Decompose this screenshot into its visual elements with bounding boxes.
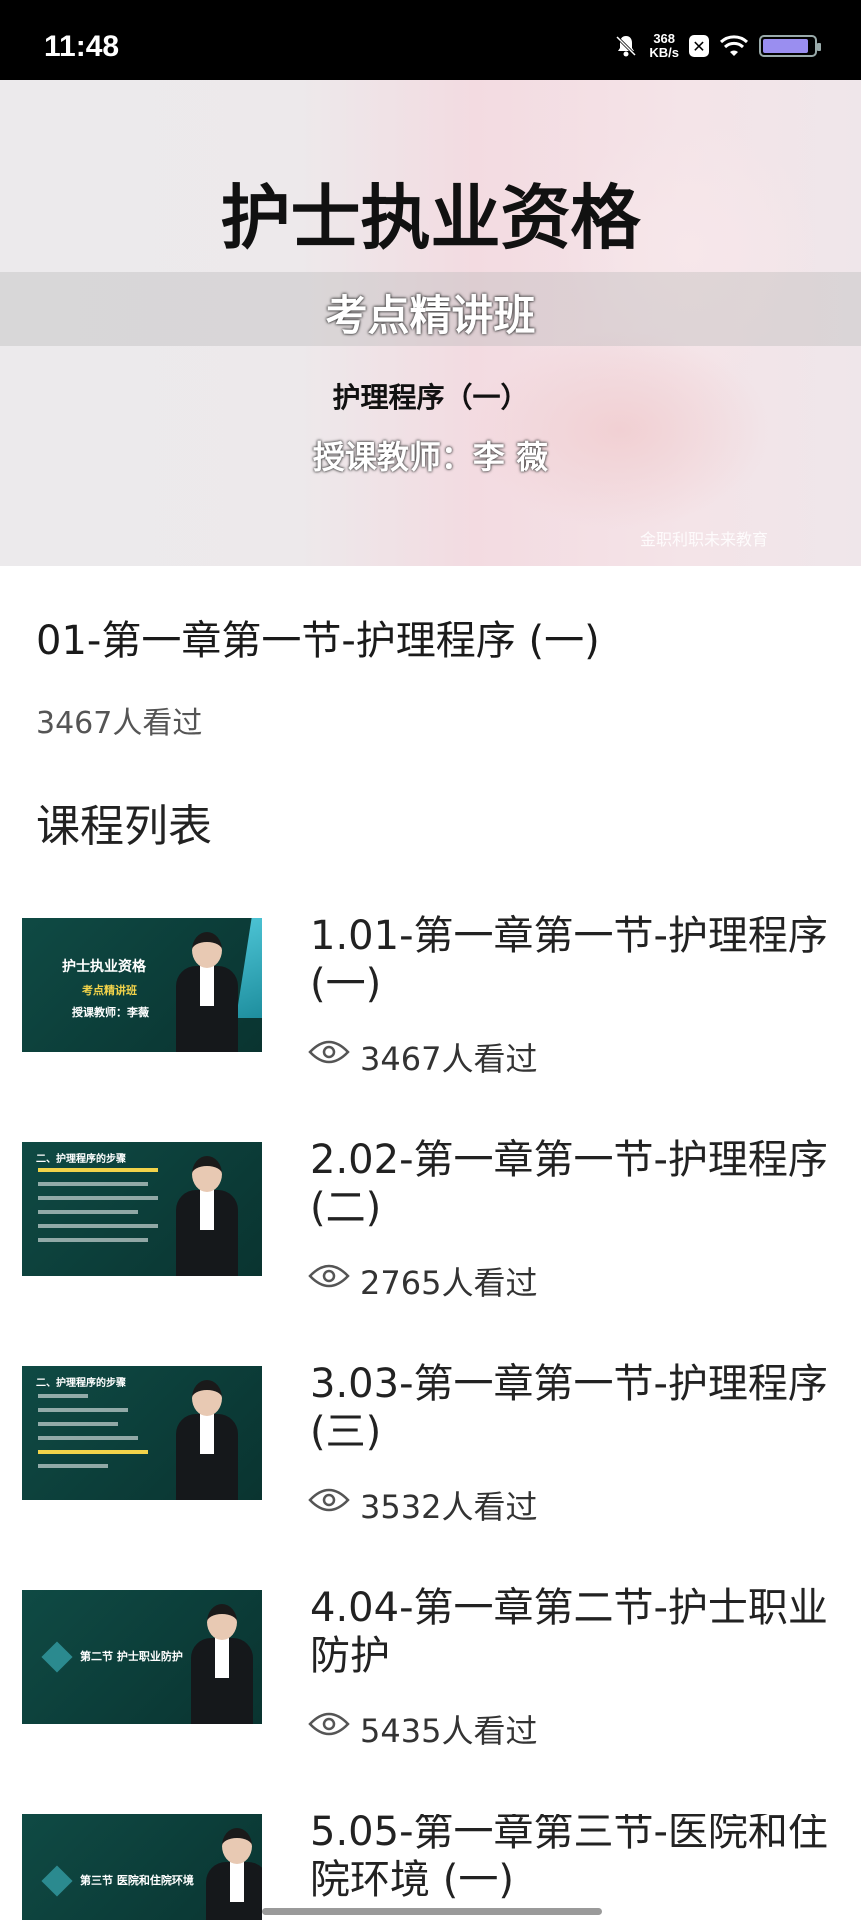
network-speed-unit: KB/s <box>649 45 679 60</box>
banner-watermark: 金职利职未来教育 <box>640 530 769 549</box>
course-list-item[interactable]: 第三节 医院和住院环境 5.05-第一章第三节-医院和住院环境 (一) <box>0 1814 861 1920</box>
app-notification-icon: ✕ <box>689 35 709 57</box>
thumbnail-title: 第二节 护士职业防护 <box>80 1650 183 1663</box>
banner-title: 护士执业资格 <box>220 177 641 259</box>
course-view-count: 5435人看过 <box>360 1712 538 1750</box>
course-title: 1.01-第一章第一节-护理程序 (一) <box>310 913 828 1007</box>
banner-subtitle: 考点精讲班 <box>325 291 536 340</box>
banner-chapter: 护理程序（一） <box>332 381 529 414</box>
thumbnail-text-line <box>38 1450 148 1454</box>
video-view-count: 3467人看过 <box>36 706 203 741</box>
thumbnail-subtitle: 考点精讲班 <box>82 984 137 997</box>
course-list-item[interactable]: 护士执业资格 考点精讲班 授课教师：李薇 1.01-第一章第一节-护理程序 (一… <box>0 913 861 1142</box>
wifi-icon <box>719 35 749 56</box>
status-bar: 11:48 368 KB/s ✕ <box>0 0 861 80</box>
course-view-count: 2765人看过 <box>360 1264 538 1302</box>
thumbnail-title: 护士执业资格 <box>62 959 146 975</box>
thumbnail-teacher-figure <box>202 1828 262 1920</box>
thumbnail-text-line <box>38 1436 138 1440</box>
thumbnail-teacher: 授课教师：李薇 <box>72 1006 149 1019</box>
thumbnail-title: 二、护理程序的步骤 <box>36 1154 126 1165</box>
course-thumbnail: 二、护理程序的步骤 <box>22 1366 262 1500</box>
clock: 11:48 <box>44 30 120 63</box>
course-list-item[interactable]: 二、护理程序的步骤 2.02-第一章第一节-护理程序 (二) 2765人看过 <box>0 1137 861 1366</box>
battery-fill <box>763 39 808 53</box>
thumbnail-text-line <box>38 1394 88 1398</box>
thumbnail-teacher-figure <box>172 1380 242 1500</box>
thumbnail-text-line <box>38 1196 158 1200</box>
thumbnail-text-line <box>38 1210 138 1214</box>
network-speed-value: 368 <box>653 31 676 46</box>
mute-bell-icon <box>616 35 637 57</box>
thumbnail-text-line <box>38 1168 158 1172</box>
course-title: 4.04-第一章第二节-护士职业防护 <box>310 1585 828 1679</box>
eye-icon <box>308 1040 350 1064</box>
status-icons: 368 KB/s ✕ <box>613 28 821 64</box>
course-title: 3.03-第一章第一节-护理程序 (三) <box>310 1361 828 1455</box>
thumbnail-teacher-figure <box>187 1604 257 1724</box>
thumbnail-text-line <box>38 1464 108 1468</box>
course-thumbnail: 护士执业资格 考点精讲班 授课教师：李薇 <box>22 918 262 1052</box>
thumbnail-teacher-figure <box>172 932 242 1052</box>
thumbnail-title: 第三节 医院和住院环境 <box>80 1874 194 1887</box>
video-title: 01-第一章第一节-护理程序 (一) <box>36 618 600 664</box>
course-thumbnail: 第三节 医院和住院环境 <box>22 1814 262 1920</box>
banner-teacher: 授课教师：李 薇 <box>312 438 549 476</box>
course-title: 5.05-第一章第三节-医院和住院环境 (一) <box>310 1814 828 1903</box>
battery-icon <box>759 35 821 57</box>
thumbnail-badge <box>41 1865 73 1897</box>
thumbnail-badge <box>41 1641 73 1673</box>
banner-decoration <box>470 330 770 530</box>
eye-icon <box>308 1488 350 1512</box>
course-list-item[interactable]: 第二节 护士职业防护 4.04-第一章第二节-护士职业防护 5435人看过 <box>0 1585 861 1814</box>
course-list-heading: 课程列表 <box>36 801 212 852</box>
thumbnail-text-line <box>38 1422 118 1426</box>
course-list-item[interactable]: 二、护理程序的步骤 3.03-第一章第一节-护理程序 (三) 3532人看过 <box>0 1361 861 1590</box>
thumbnail-teacher-figure <box>172 1156 242 1276</box>
thumbnail-title: 二、护理程序的步骤 <box>36 1378 126 1389</box>
eye-icon <box>308 1264 350 1288</box>
course-view-count: 3532人看过 <box>360 1488 538 1526</box>
thumbnail-text-line <box>38 1182 148 1186</box>
home-indicator[interactable] <box>262 1908 602 1915</box>
thumbnail-text-line <box>38 1408 128 1412</box>
eye-icon <box>308 1712 350 1736</box>
thumbnail-text-line <box>38 1224 158 1228</box>
course-thumbnail: 第二节 护士职业防护 <box>22 1590 262 1724</box>
network-speed: 368 KB/s <box>649 32 679 60</box>
course-thumbnail: 二、护理程序的步骤 <box>22 1142 262 1276</box>
course-title: 2.02-第一章第一节-护理程序 (二) <box>310 1137 828 1231</box>
video-player-banner[interactable]: 护士执业资格 考点精讲班 护理程序（一） 授课教师：李 薇 金职利职未来教育 <box>0 80 861 566</box>
course-view-count: 3467人看过 <box>360 1040 538 1078</box>
thumbnail-text-line <box>38 1238 148 1242</box>
